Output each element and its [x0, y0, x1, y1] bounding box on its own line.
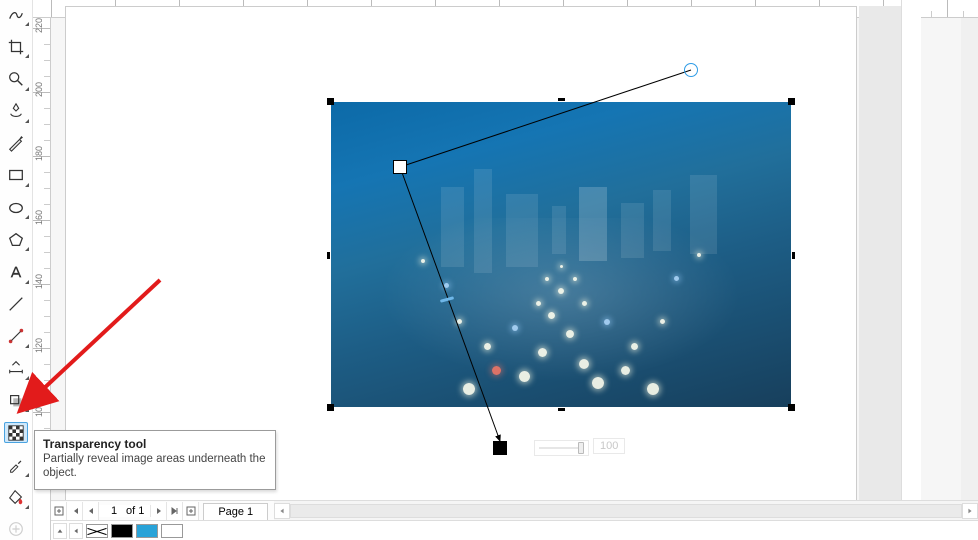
ellipse-tool[interactable]	[4, 197, 28, 218]
node-transparency-value[interactable]: 100	[593, 438, 625, 454]
page-total: 1	[138, 505, 144, 517]
horizontal-scrollbar[interactable]	[274, 501, 978, 520]
connector-tool[interactable]	[4, 326, 28, 347]
hscroll-thumb[interactable]	[291, 505, 961, 517]
swatch-none[interactable]	[86, 524, 108, 538]
drop-shadow-tool[interactable]	[4, 390, 28, 411]
resize-handle-b[interactable]	[558, 408, 565, 411]
resize-handle-tr[interactable]	[788, 98, 795, 105]
transparency-tool[interactable]	[4, 422, 28, 443]
page-last-button[interactable]	[167, 502, 183, 520]
gradient-origin-handle[interactable]	[684, 63, 698, 77]
smudge-tool[interactable]	[4, 101, 28, 122]
line-tool[interactable]	[4, 294, 28, 315]
resize-handle-r[interactable]	[792, 252, 795, 259]
rectangle-tool[interactable]	[4, 165, 28, 186]
resize-handle-t[interactable]	[558, 98, 565, 101]
resize-handle-tl[interactable]	[327, 98, 334, 105]
resize-handle-bl[interactable]	[327, 404, 334, 411]
swatch-cyan[interactable]	[136, 524, 158, 538]
gradient-start-node[interactable]	[393, 160, 407, 174]
text-tool[interactable]	[4, 261, 28, 282]
node-transparency-slider[interactable]	[534, 440, 589, 456]
page-navigator-bar: of 1 Page 1	[51, 500, 978, 520]
eyedropper-tool[interactable]	[4, 454, 28, 475]
hscroll-right[interactable]	[962, 503, 978, 519]
page-next-button[interactable]	[151, 502, 167, 520]
knife-tool[interactable]	[4, 133, 28, 154]
pasteboard	[859, 6, 901, 526]
swatch-black[interactable]	[111, 524, 133, 538]
page-tab[interactable]: Page 1	[203, 503, 268, 520]
application-root: 220200180160140120100	[0, 0, 978, 540]
freehand-tool[interactable]	[4, 4, 28, 25]
tooltip-title: Transparency tool	[43, 437, 267, 451]
color-palette-bar	[51, 520, 978, 540]
toolbox	[0, 0, 33, 540]
palette-prev[interactable]	[69, 523, 83, 539]
palette-scroll-up[interactable]	[53, 523, 67, 539]
fill-tool[interactable]	[4, 487, 28, 508]
selected-image[interactable]	[331, 102, 791, 407]
tooltip-body: Partially reveal image areas underneath …	[43, 452, 267, 481]
page-first-button[interactable]	[67, 502, 83, 520]
page-prev-button[interactable]	[83, 502, 99, 520]
polygon-tool[interactable]	[4, 229, 28, 250]
page-current-input[interactable]	[105, 505, 123, 517]
page-add-button[interactable]	[51, 502, 67, 520]
swatch-white[interactable]	[161, 524, 183, 538]
page-counter: of 1	[99, 505, 151, 517]
right-panel-edge	[901, 0, 921, 540]
dimension-tool[interactable]	[4, 358, 28, 379]
photo-content	[331, 102, 791, 407]
tool-tooltip: Transparency tool Partially reveal image…	[34, 430, 276, 490]
crop-tool[interactable]	[4, 36, 28, 57]
zoom-tool[interactable]	[4, 68, 28, 89]
page-add-after-button[interactable]	[183, 502, 199, 520]
hscroll-left[interactable]	[274, 503, 290, 519]
gradient-end-node[interactable]	[493, 441, 507, 455]
resize-handle-br[interactable]	[788, 404, 795, 411]
transparency-icon	[7, 424, 25, 442]
page-of-label: of	[126, 505, 135, 517]
resize-handle-l[interactable]	[327, 252, 330, 259]
add-tool-button[interactable]	[4, 519, 28, 540]
